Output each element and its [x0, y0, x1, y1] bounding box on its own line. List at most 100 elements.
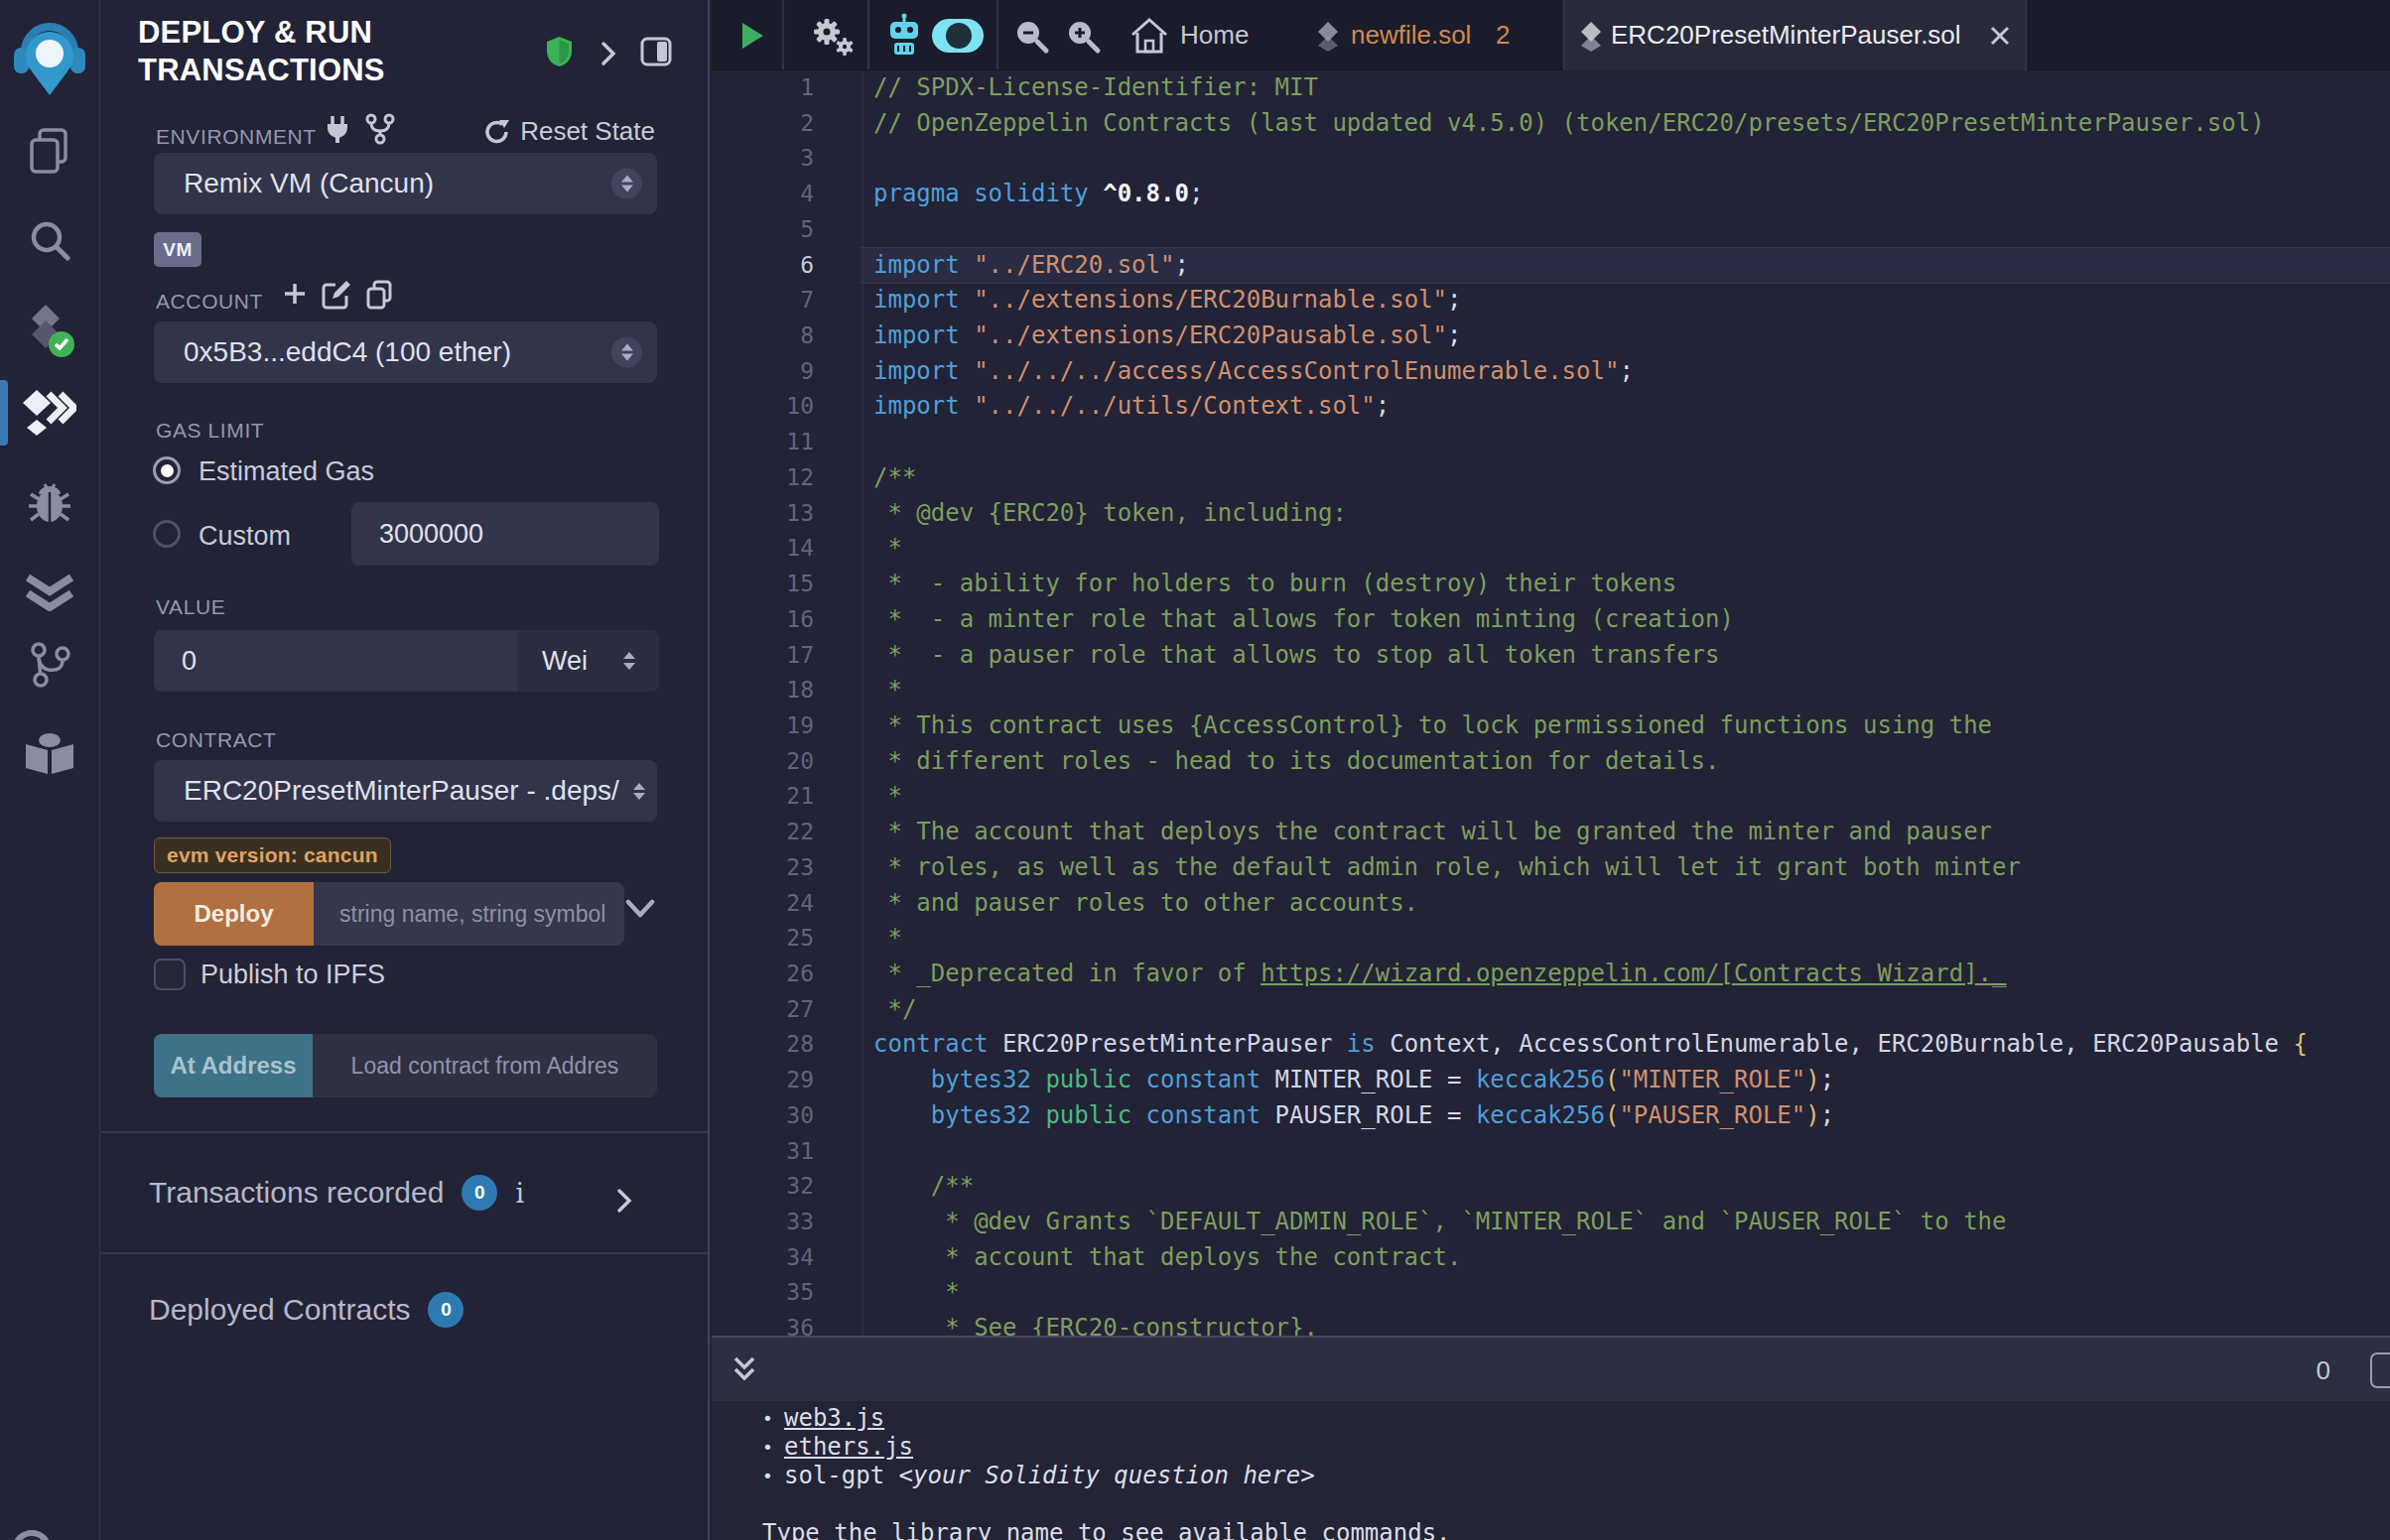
line-number: 30	[712, 1098, 814, 1134]
code-line: 12/**	[712, 460, 2390, 496]
line-number: 36	[712, 1311, 814, 1336]
code-line: 16 * - a minter role that allows for tok…	[712, 602, 2390, 638]
debugger-icon[interactable]	[25, 480, 74, 526]
git-icon[interactable]	[27, 641, 72, 689]
line-number: 15	[712, 567, 814, 602]
reset-state-button[interactable]: Reset State	[484, 116, 655, 147]
account-label: ACCOUNT	[156, 290, 263, 314]
line-number: 13	[712, 496, 814, 532]
ai-toggle[interactable]	[932, 19, 984, 53]
at-address-button[interactable]: At Address	[154, 1034, 313, 1097]
estimated-gas-radio[interactable]	[153, 456, 181, 484]
select-arrows-icon	[611, 169, 642, 199]
plug-icon[interactable]	[324, 115, 351, 145]
code-line: 30 bytes32 public constant PAUSER_ROLE =…	[712, 1098, 2390, 1134]
value-input[interactable]: 0	[154, 630, 518, 692]
divider	[867, 0, 869, 69]
search-icon[interactable]	[28, 218, 71, 262]
divider	[101, 1131, 708, 1133]
line-number: 7	[712, 283, 814, 319]
line-number: 14	[712, 531, 814, 567]
tab-newfile[interactable]: newfile.sol	[1351, 0, 1471, 70]
expand-deploy-icon[interactable]	[625, 898, 655, 920]
home-icon[interactable]	[1129, 17, 1169, 55]
plugin-manager-icon[interactable]	[22, 732, 77, 776]
zoom-in-icon[interactable]	[1064, 17, 1102, 55]
line-number: 10	[712, 389, 814, 425]
terminal-menu-icon[interactable]	[2370, 1352, 2390, 1388]
code-line: 36 * See {ERC20-constructor}.	[712, 1311, 2390, 1336]
contract-label: CONTRACT	[156, 728, 276, 752]
edit-account-icon[interactable]	[322, 280, 351, 310]
contract-select[interactable]: ERC20PresetMinterPauser - .deps/	[154, 760, 657, 822]
line-number: 34	[712, 1240, 814, 1276]
static-analysis-icon[interactable]	[24, 568, 75, 611]
close-icon[interactable]	[1989, 25, 2011, 47]
editor: Home newfile.sol 2 ERC20PresetMinterPaus…	[712, 0, 2390, 1336]
line-number: 35	[712, 1275, 814, 1311]
code-line: 28contract ERC20PresetMinterPauser is Co…	[712, 1027, 2390, 1063]
editor-tabbar: Home newfile.sol 2 ERC20PresetMinterPaus…	[712, 0, 2390, 70]
terminal-link[interactable]: web3.js	[784, 1404, 884, 1433]
line-number: 27	[712, 992, 814, 1028]
value-label: VALUE	[156, 595, 225, 619]
deployed-count-badge: 0	[428, 1292, 464, 1328]
ai-assistant-icon[interactable]	[884, 13, 924, 59]
line-number: 33	[712, 1205, 814, 1240]
divider	[782, 0, 784, 69]
code-line: 10import "../../../utils/Context.sol";	[712, 389, 2390, 425]
solidity-compiler-icon[interactable]	[22, 303, 77, 360]
select-arrows-icon	[611, 337, 642, 368]
publish-ipfs-checkbox[interactable]	[154, 959, 186, 990]
account-select[interactable]: 0x5B3...eddC4 (100 ether)	[154, 321, 657, 383]
panel-layout-icon[interactable]	[640, 37, 672, 66]
shield-icon[interactable]	[546, 36, 573, 67]
active-plugin-indicator	[0, 380, 8, 446]
deploy-run-icon[interactable]	[23, 390, 76, 436]
terminal-hint: Type the library name to see available c…	[762, 1519, 2390, 1540]
file-explorer-icon[interactable]	[28, 127, 71, 175]
code-line: 4pragma solidity ^0.8.0;	[712, 177, 2390, 212]
line-number: 12	[712, 460, 814, 496]
code-line: 8import "../extensions/ERC20Pausable.sol…	[712, 319, 2390, 354]
settings-icon[interactable]	[6, 1524, 58, 1540]
expand-transactions-icon[interactable]	[615, 1187, 633, 1215]
collapse-terminal-icon[interactable]	[730, 1355, 759, 1385]
terminal-entry: •ethers.js	[712, 1433, 2390, 1462]
code-line: 27 */	[712, 992, 2390, 1028]
deploy-row: Deploy string name, string symbol	[154, 882, 624, 946]
custom-gas-radio[interactable]	[153, 520, 181, 548]
line-number: 2	[712, 106, 814, 142]
line-number: 4	[712, 177, 814, 212]
add-account-icon[interactable]	[282, 281, 308, 307]
unit-stepper-icon	[623, 652, 635, 670]
deploy-button[interactable]: Deploy	[154, 882, 314, 946]
terminal-link[interactable]: ethers.js	[784, 1433, 913, 1462]
transactions-recorded-label: Transactions recorded	[149, 1176, 444, 1210]
remix-logo[interactable]	[12, 20, 87, 99]
info-icon[interactable]: i	[515, 1178, 524, 1209]
deploy-args-input[interactable]: string name, string symbol	[314, 882, 624, 946]
run-script-icon[interactable]	[740, 22, 764, 50]
tab-active[interactable]: ERC20PresetMinterPauser.sol	[1563, 0, 2027, 70]
code-line: 33 * @dev Grants `DEFAULT_ADMIN_ROLE`, `…	[712, 1205, 2390, 1240]
code-lines[interactable]: 1// SPDX-License-Identifier: MIT2// Open…	[712, 70, 2390, 1336]
value-unit-select[interactable]: Wei	[518, 630, 659, 692]
script-config-icon[interactable]	[807, 14, 855, 58]
tab-home[interactable]: Home	[1180, 0, 1249, 70]
code-line: 18 *	[712, 673, 2390, 708]
zoom-out-icon[interactable]	[1012, 17, 1050, 55]
code-line: 20 * different roles - head to its docum…	[712, 744, 2390, 780]
code-line: 13 * @dev {ERC20} token, including:	[712, 496, 2390, 532]
fork-icon[interactable]	[365, 113, 395, 145]
environment-select[interactable]: Remix VM (Cancun)	[154, 153, 657, 214]
code-line: 26 * _Deprecated in favor of https://wiz…	[712, 957, 2390, 992]
code-line: 17 * - a pauser role that allows to stop…	[712, 638, 2390, 674]
estimated-gas-label: Estimated Gas	[199, 457, 374, 485]
custom-gas-input[interactable]: 3000000	[351, 502, 659, 566]
copy-account-icon[interactable]	[365, 280, 393, 310]
chevron-right-icon[interactable]	[599, 40, 617, 67]
divider	[101, 1252, 708, 1254]
at-address-input[interactable]: Load contract from Addres	[313, 1034, 657, 1097]
terminal: 0 •web3.js•ethers.js•sol-gpt <your Solid…	[712, 1336, 2390, 1540]
